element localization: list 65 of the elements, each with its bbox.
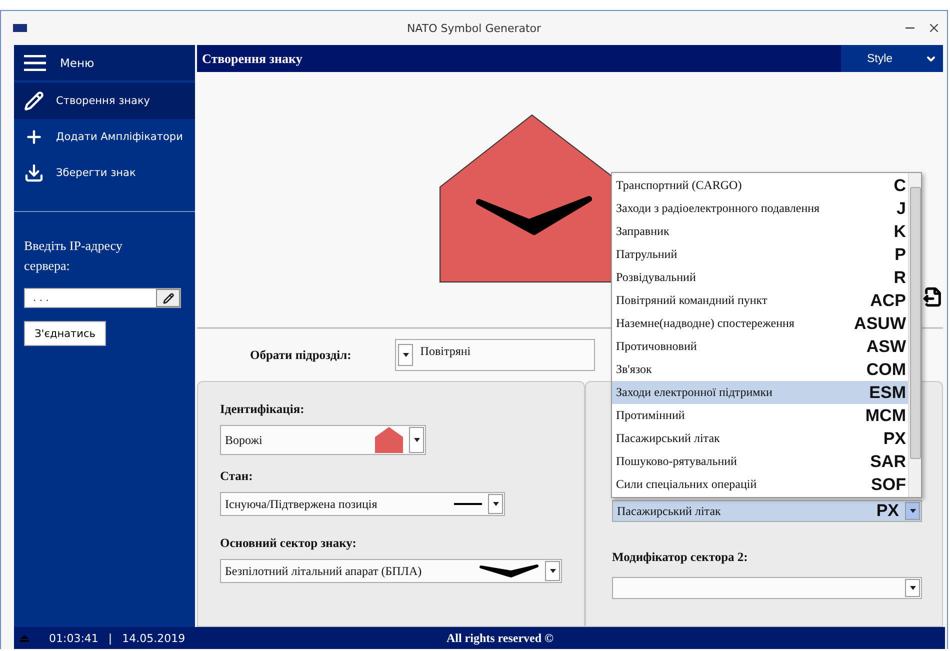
dropdown-button[interactable] [545, 561, 560, 581]
caret-icon [414, 438, 420, 442]
dropdown-option[interactable]: Патрульний P [612, 243, 908, 266]
export-icon[interactable] [923, 287, 943, 307]
dropdown-option[interactable]: Сили спеціальних операцій SOF [612, 473, 908, 496]
menu-icon [24, 54, 46, 70]
dropdown-button[interactable] [409, 427, 424, 453]
dropdown-option[interactable]: Повітряний командний пункт ACP [612, 289, 908, 312]
caret-icon [910, 509, 916, 513]
dropdown-option[interactable]: Протичовновий ASW [612, 335, 908, 358]
menu-header[interactable]: Меню [14, 45, 195, 80]
dropdown-option[interactable]: Протимінний MCM [612, 404, 908, 427]
copyright: All rights reserved © [445, 630, 555, 646]
caret-icon [402, 353, 409, 357]
sector-select[interactable]: Безпілотний літальний апарат (БПЛА) [220, 559, 562, 583]
dropdown-option[interactable]: Зв'язок COM [612, 358, 908, 381]
caret-icon [550, 569, 556, 573]
dropdown-option[interactable]: Транспортний (CARGO) C [612, 174, 908, 197]
dropdown-option[interactable]: Заходи електронної підтримки ESM [612, 381, 908, 404]
sidebar-item[interactable]: Додати Ампліфікатори [14, 119, 195, 155]
page-title: Створення знаку [201, 50, 302, 66]
scrollbar[interactable] [908, 173, 921, 497]
status-separator: | [108, 632, 112, 644]
unit-select[interactable]: Повітряні [395, 339, 596, 371]
sector-label: Основний сектор знаку: [220, 536, 358, 551]
solid-line-icon [454, 502, 482, 506]
dropdown-option[interactable]: Наземне(надводне) спостереження ASUW [612, 312, 908, 335]
modifier-select[interactable]: Пасажирський літак PX [612, 500, 922, 522]
dropdown-option[interactable]: Розвідувальний R [612, 266, 908, 289]
menu-label: Меню [60, 56, 94, 70]
dropdown-button[interactable] [905, 502, 920, 520]
modifier-label: Модифікатор сектора 2: [612, 550, 749, 565]
chevron-icon [479, 564, 539, 578]
connect-button[interactable]: З'єднатись [24, 321, 106, 346]
dropdown-option[interactable]: Заходи з радіоелектронного подавлення J [612, 197, 908, 220]
ip-field[interactable]: . . . [24, 288, 181, 308]
caret-icon [492, 502, 498, 506]
close-icon[interactable] [927, 21, 941, 35]
download-icon [24, 163, 44, 183]
unit-label: Обрати підрозділ: [250, 348, 352, 362]
status-label: Стан: [220, 469, 254, 484]
status-date: 14.05.2019 [122, 632, 186, 644]
edit-button[interactable] [156, 289, 180, 307]
sidebar-item[interactable]: Створення знаку [14, 83, 195, 119]
hostile-icon [375, 427, 403, 453]
app-icon [13, 24, 27, 32]
caret-icon [910, 586, 916, 590]
dropdown-option[interactable]: Пасажирський літак PX [612, 427, 908, 450]
status-time: 01:03:41 [49, 632, 98, 644]
pencil-icon [162, 292, 174, 304]
status-select[interactable]: Існуюча/Підтвержена позиція [220, 492, 505, 516]
dropdown-option[interactable]: Пошуково-рятувальний SAR [612, 450, 908, 473]
dropdown-button[interactable] [398, 344, 414, 366]
plus-icon [24, 127, 44, 147]
identification-select[interactable]: Ворожі [220, 425, 426, 455]
window-title: NATO Symbol Generator [406, 22, 542, 34]
dropdown-option[interactable]: Заправник K [612, 220, 908, 243]
sidebar-item[interactable]: Зберегти знак [14, 155, 195, 191]
dropdown-button[interactable] [905, 579, 920, 597]
dropdown-button[interactable] [488, 494, 503, 514]
eject-icon [20, 634, 29, 642]
style-button[interactable]: Style [841, 45, 943, 72]
identification-label: Ідентифікація: [220, 402, 306, 417]
pencil-icon [24, 91, 44, 111]
ip-label: Введіть IP-адресу сервера: [24, 237, 124, 275]
